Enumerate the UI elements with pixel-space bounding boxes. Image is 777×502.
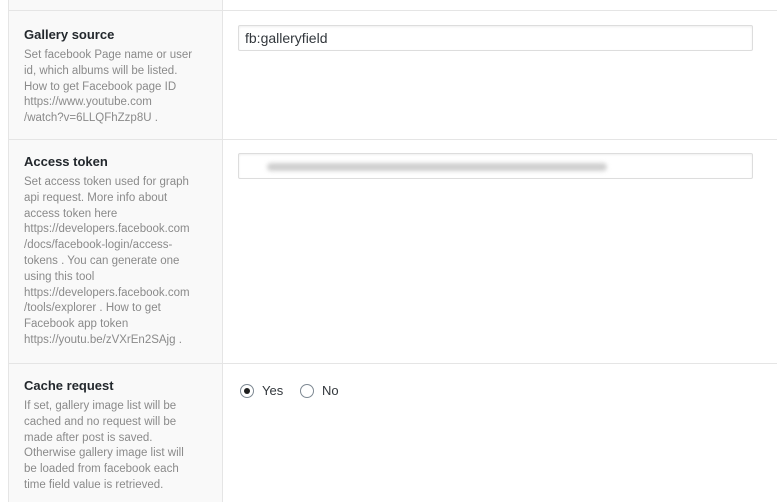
description-line: time field value is retrieved. <box>24 478 164 491</box>
radio-checked-icon[interactable] <box>240 383 254 398</box>
description-line: /watch?v=6LLQFhZzp8U . <box>24 112 158 125</box>
access-token-input[interactable] <box>238 153 753 179</box>
description-line: https://www.youtube.com <box>24 96 152 109</box>
access-token-field-cell <box>223 140 777 363</box>
gallery-source-field-cell <box>223 11 777 139</box>
description-line: https://developers.facebook.com <box>24 286 190 299</box>
cache-no-label: No <box>322 383 339 398</box>
description-line: /docs/facebook-login/access- <box>24 239 173 252</box>
cache-request-field-cell: Yes No <box>223 364 777 502</box>
gallery-source-title: Gallery source <box>24 27 115 42</box>
previous-row-edge <box>9 0 777 11</box>
description-line: Set facebook Page name or user <box>24 49 193 61</box>
gallery-source-input[interactable] <box>238 25 753 51</box>
description-line: Set access token used for graph <box>24 176 189 188</box>
description-line: Otherwise gallery image list will <box>24 447 184 460</box>
redacted-token-text <box>267 163 607 171</box>
access-token-row: Access token Set access token used for g… <box>9 140 777 364</box>
settings-table: Gallery source Set facebook Page name or… <box>8 0 777 502</box>
gallery-source-description: Set facebook Page name or user id, which… <box>24 48 219 127</box>
description-line: Facebook app token <box>24 318 129 331</box>
description-line: cached and no request will be <box>24 415 177 428</box>
description-line: /tools/explorer . How to get <box>24 302 161 315</box>
cache-request-row: Cache request If set, gallery image list… <box>9 364 777 502</box>
gallery-source-row: Gallery source Set facebook Page name or… <box>9 11 777 140</box>
description-line: https://developers.facebook.com <box>24 223 190 236</box>
access-token-description: Set access token used for graph api requ… <box>24 175 219 349</box>
cache-request-label-cell: Cache request If set, gallery image list… <box>9 364 223 502</box>
description-line: made after post is saved. <box>24 431 153 444</box>
description-line: https://youtu.be/zVXrEn2SAjg . <box>24 333 182 346</box>
cache-no-option[interactable]: No <box>300 383 339 398</box>
cache-yes-label: Yes <box>262 383 284 398</box>
cache-request-description: If set, gallery image list will be cache… <box>24 399 219 494</box>
radio-unchecked-icon[interactable] <box>300 383 314 398</box>
access-token-title: Access token <box>24 154 108 169</box>
description-line: id, which albums will be listed. <box>24 64 178 77</box>
description-line: How to get Facebook page ID <box>24 80 177 93</box>
description-line: be loaded from facebook each <box>24 463 179 476</box>
description-line: access token here <box>24 207 118 220</box>
cache-request-title: Cache request <box>24 378 114 393</box>
gallery-source-label-cell: Gallery source Set facebook Page name or… <box>9 11 223 139</box>
description-line: using this tool <box>24 270 95 283</box>
access-token-label-cell: Access token Set access token used for g… <box>9 140 223 363</box>
description-line: api request. More info about <box>24 191 168 204</box>
description-line: tokens . You can generate one <box>24 254 180 267</box>
description-line: If set, gallery image list will be <box>24 400 177 412</box>
cache-yes-option[interactable]: Yes <box>240 383 283 398</box>
